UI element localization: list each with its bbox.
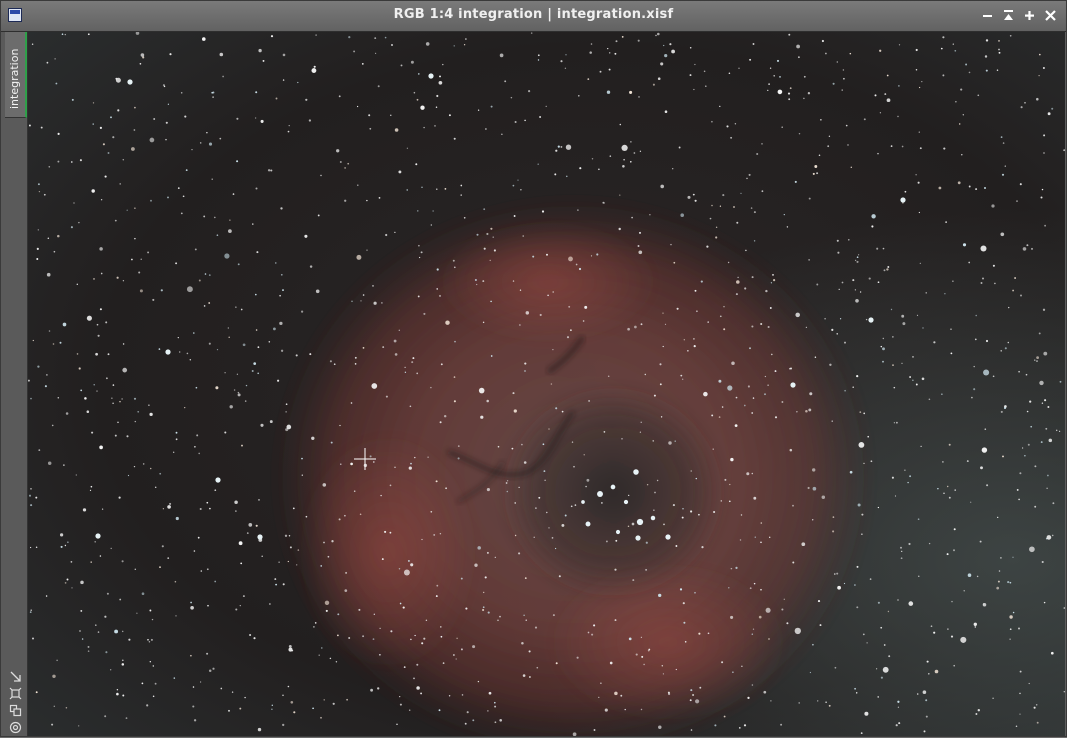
target-icon[interactable] [9, 719, 22, 734]
close-button[interactable] [1043, 7, 1058, 24]
minimize-icon [983, 15, 992, 17]
maximize-icon [1025, 11, 1034, 20]
fit-view-icon[interactable] [9, 685, 22, 700]
shade-icon [1004, 10, 1013, 20]
nebula-image [28, 32, 1065, 736]
view-tool-icons [9, 668, 22, 734]
close-icon [1045, 10, 1056, 21]
image-viewport[interactable] [28, 32, 1065, 736]
title-bar[interactable]: RGB 1:4 integration | integration.xisf [1, 1, 1066, 32]
resize-icon[interactable] [9, 668, 22, 682]
maximize-button[interactable] [1022, 7, 1037, 24]
window-title: RGB 1:4 integration | integration.xisf [393, 7, 674, 22]
view-sidebar: integration [1, 32, 28, 736]
view-tab-integration[interactable]: integration [5, 32, 27, 118]
image-window: RGB 1:4 integration | integration.xisf i… [0, 0, 1067, 737]
view-tab-label: integration [8, 48, 21, 109]
window-controls [980, 7, 1058, 24]
clone-view-icon[interactable] [9, 702, 22, 717]
shade-button[interactable] [1001, 7, 1016, 24]
minimize-button[interactable] [980, 7, 995, 24]
